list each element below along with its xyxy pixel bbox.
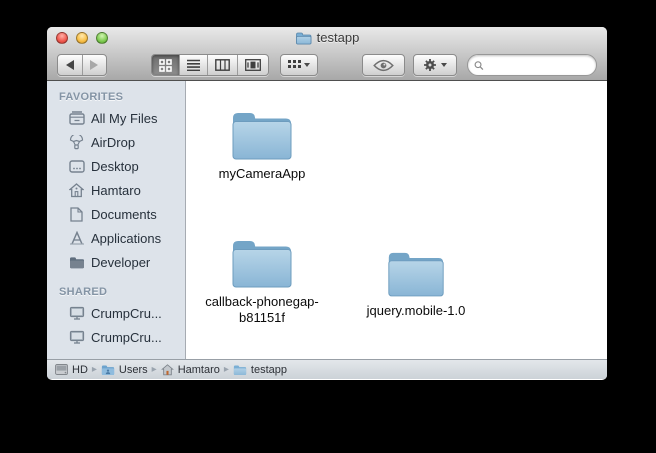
folder-label: myCameraApp [218, 166, 306, 181]
sidebar: FAVORITES All My Files AirDrop Desktop H… [47, 81, 186, 359]
view-mode-control [151, 54, 269, 76]
column-view-button[interactable] [208, 55, 238, 75]
sidebar-item-label: Desktop [91, 158, 139, 174]
sidebar-item-label: Documents [91, 206, 157, 222]
finder-window: testapp FAVORITES All My Files AirDrop D… [47, 27, 607, 380]
icon-view-button[interactable] [152, 55, 180, 75]
users-folder-icon [101, 365, 115, 375]
path-item-users[interactable]: Users [101, 364, 148, 376]
shared-computer-icon [68, 306, 85, 320]
sidebar-item-airdrop[interactable]: AirDrop [47, 130, 185, 154]
path-item-hamtaro[interactable]: Hamtaro [160, 363, 220, 376]
sidebar-item-crumpcru-2[interactable]: CrumpCru... [47, 325, 185, 349]
sidebar-item-documents[interactable]: Documents [47, 202, 185, 226]
quick-look-button[interactable] [362, 54, 405, 76]
path-item-testapp[interactable]: testapp [233, 364, 287, 376]
window-title: testapp [316, 30, 360, 45]
window-chrome: testapp [47, 27, 607, 81]
sidebar-item-crumpcru-1[interactable]: CrumpCru... [47, 301, 185, 325]
list-view-button[interactable] [180, 55, 208, 75]
documents-icon [68, 206, 85, 222]
path-separator-icon: ▸ [91, 364, 97, 375]
titlebar[interactable]: testapp [47, 27, 607, 49]
folder-label: callback-phonegap-b81151f [205, 294, 319, 325]
forward-button[interactable] [83, 55, 107, 75]
window-title-area: testapp [47, 30, 607, 45]
folder-icon [232, 113, 292, 160]
sidebar-item-applications[interactable]: Applications [47, 226, 185, 250]
sidebar-item-desktop[interactable]: Desktop [47, 154, 185, 178]
sidebar-item-label: Developer [91, 254, 151, 270]
coverflow-view-icon [245, 59, 261, 71]
chevron-down-icon [304, 63, 310, 67]
folder-callback-phonegap[interactable]: callback-phonegap-b81151f [200, 235, 324, 326]
sidebar-item-label: All My Files [91, 110, 158, 126]
airdrop-icon [68, 134, 85, 150]
sidebar-item-label: AirDrop [91, 134, 136, 150]
search-icon [474, 60, 484, 70]
drive-icon [55, 364, 68, 375]
desktop-icon [68, 159, 85, 173]
icon-view-icon [159, 58, 172, 72]
home-icon [160, 363, 174, 375]
path-item-label: Users [118, 363, 148, 376]
sidebar-item-hamtaro[interactable]: Hamtaro [47, 178, 185, 202]
all-my-files-icon [68, 111, 85, 125]
path-bar: HD ▸ Users ▸ Hamtaro ▸ testapp [47, 359, 607, 379]
eye-icon [373, 59, 394, 71]
sidebar-item-label: CrumpCru... [91, 305, 162, 321]
folder-icon [388, 252, 444, 297]
back-button[interactable] [58, 55, 83, 75]
coverflow-view-button[interactable] [238, 55, 268, 75]
folder-mycameraapp[interactable]: myCameraApp [200, 107, 324, 182]
column-view-icon [215, 59, 230, 71]
arrange-button[interactable] [280, 54, 318, 76]
sidebar-item-label: Applications [91, 230, 162, 246]
sidebar-item-label: CrumpCru... [91, 329, 162, 345]
folder-icon [295, 31, 312, 45]
sidebar-item-developer[interactable]: Developer [47, 250, 185, 274]
search-input[interactable] [487, 58, 590, 72]
action-menu-button[interactable] [413, 54, 457, 76]
path-item-label: testapp [250, 363, 287, 376]
shared-computer-icon [68, 330, 85, 344]
path-item-hd[interactable]: HD [55, 364, 88, 376]
path-separator-icon: ▸ [223, 364, 229, 375]
path-item-label: HD [72, 363, 88, 376]
folder-icon [233, 365, 247, 375]
sidebar-section-favorites: FAVORITES [59, 91, 124, 103]
path-separator-icon: ▸ [151, 364, 157, 375]
home-icon [68, 182, 85, 198]
sidebar-section-shared: SHARED [59, 286, 108, 298]
forward-arrow-icon [90, 60, 99, 70]
folder-jquery-mobile[interactable]: jquery.mobile-1.0 [354, 247, 478, 319]
back-arrow-icon [65, 60, 74, 70]
window-body: FAVORITES All My Files AirDrop Desktop H… [47, 81, 607, 359]
chevron-down-icon [441, 63, 447, 67]
folder-label: jquery.mobile-1.0 [366, 303, 466, 318]
toolbar [47, 49, 607, 81]
gear-icon [424, 59, 436, 71]
arrange-grid-icon [288, 60, 301, 68]
sidebar-item-all-my-files[interactable]: All My Files [47, 106, 185, 130]
file-browser-area[interactable]: myCameraApp callback-phonegap-b81151f jq… [186, 81, 607, 359]
sidebar-item-label: Hamtaro [91, 182, 141, 198]
developer-folder-icon [68, 256, 85, 269]
applications-icon [68, 231, 85, 245]
path-item-label: Hamtaro [177, 363, 220, 376]
list-view-icon [187, 59, 200, 71]
nav-buttons [57, 54, 107, 76]
folder-icon [232, 241, 292, 288]
search-field[interactable] [467, 54, 597, 76]
